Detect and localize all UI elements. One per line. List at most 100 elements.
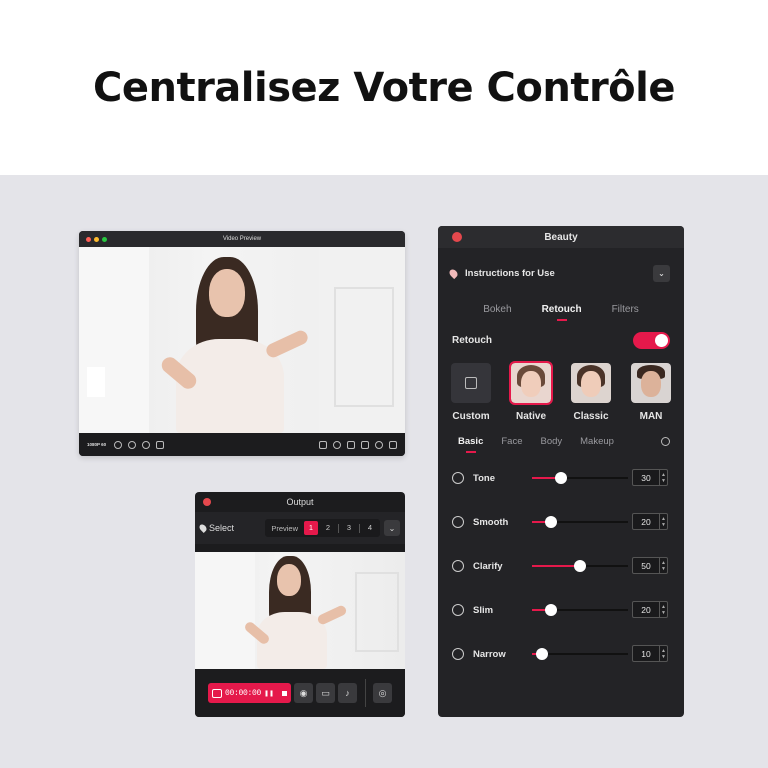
folder-icon[interactable] <box>361 440 369 449</box>
retouch-subtabs: Basic Face Body Makeup <box>458 436 670 447</box>
info-icon[interactable] <box>114 440 123 449</box>
slim-icon <box>452 604 464 616</box>
preset-classic[interactable]: Classic <box>570 363 612 422</box>
slider-track[interactable] <box>532 560 628 572</box>
location-icon[interactable] <box>333 440 341 449</box>
beauty-tabs: Bokeh Retouch Filters <box>438 304 684 315</box>
close-dot[interactable] <box>203 498 211 506</box>
slider-track[interactable] <box>532 516 628 528</box>
preset-man[interactable]: MAN <box>630 363 672 422</box>
close-dot[interactable] <box>452 232 462 242</box>
beauty-title: Beauty <box>544 231 578 243</box>
video-preview-window: Video Preview 1080P 60 <box>79 231 405 456</box>
preset-label: MAN <box>639 411 663 422</box>
slider-value: 20 <box>641 516 651 527</box>
reset-icon[interactable] <box>661 437 670 446</box>
slider-knob[interactable] <box>554 472 567 484</box>
preset-native[interactable]: Native <box>509 361 553 422</box>
slider-value-field[interactable]: 30 ▲ ▼ <box>632 469 668 486</box>
preset-thumbnail <box>451 363 491 403</box>
select-label: Select <box>209 523 235 533</box>
rotate-right-icon[interactable] <box>142 440 151 449</box>
beauty-titlebar: Beauty <box>438 226 684 248</box>
output-image <box>195 552 405 669</box>
webcam-button[interactable]: ◎ <box>373 683 392 703</box>
preset-thumbnail <box>631 363 671 403</box>
slider-label: Smooth <box>473 516 509 528</box>
stepper-icon[interactable]: ▲ ▼ <box>659 646 667 661</box>
slider-track[interactable] <box>532 648 628 660</box>
screenshot-button[interactable]: ◉ <box>294 683 313 703</box>
page-button-4[interactable]: 4 <box>363 521 377 535</box>
record-icon[interactable] <box>319 440 327 449</box>
slider-knob[interactable] <box>574 560 586 572</box>
narrow-icon <box>452 648 464 660</box>
slider-knob[interactable] <box>535 648 548 660</box>
slider-clarify: Clarify 50 ▲ ▼ <box>452 557 670 575</box>
slider-track[interactable] <box>532 604 628 616</box>
instructions-row[interactable]: Instructions for Use ⌄ <box>447 262 670 284</box>
stop-icon[interactable] <box>282 690 287 696</box>
chevron-down-icon[interactable]: ⌄ <box>384 520 400 536</box>
stepper-icon[interactable]: ▲ ▼ <box>659 514 667 529</box>
tab-filters[interactable]: Filters <box>612 304 639 315</box>
tab-bokeh[interactable]: Bokeh <box>483 304 511 315</box>
slider-fill <box>532 565 580 567</box>
stepper-icon[interactable]: ▲ ▼ <box>659 470 667 485</box>
resolution-label[interactable]: 1080P 60 <box>87 442 106 447</box>
record-button[interactable]: 00:00:00 ❚❚ <box>208 683 291 703</box>
retouch-toggle[interactable] <box>633 332 670 349</box>
slider-narrow: Narrow 10 ▲ ▼ <box>452 645 670 663</box>
microphone-icon[interactable] <box>375 440 383 449</box>
pin-icon <box>198 523 208 533</box>
output-window: Output Select Preview 1 2 3 4 ⌄ 00:00:00… <box>195 492 405 717</box>
divider <box>365 679 366 707</box>
subtab-basic[interactable]: Basic <box>458 436 483 447</box>
page-button-3[interactable]: 3 <box>342 521 356 535</box>
output-title: Output <box>286 497 314 507</box>
video-preview-image <box>79 247 405 433</box>
record-timer: 00:00:00 <box>225 688 262 698</box>
retouch-label: Retouch <box>452 335 492 346</box>
slider-value-field[interactable]: 20 ▲ ▼ <box>632 601 668 618</box>
chevron-down-icon[interactable]: ⌄ <box>653 264 670 282</box>
preview-page-selector: Preview 1 2 3 4 <box>265 519 380 537</box>
divider <box>359 523 360 533</box>
page-button-2[interactable]: 2 <box>321 521 335 535</box>
rotate-left-icon[interactable] <box>128 440 137 449</box>
webcam-icon[interactable] <box>389 440 397 449</box>
folder-button[interactable]: ▭ <box>316 683 335 703</box>
subtab-face[interactable]: Face <box>501 436 522 447</box>
mirror-icon[interactable] <box>156 440 165 449</box>
stepper-icon[interactable]: ▲ ▼ <box>659 602 667 617</box>
output-titlebar: Output <box>195 492 405 512</box>
slider-track[interactable] <box>532 472 628 484</box>
preset-thumbnail <box>571 363 611 403</box>
page-button-1[interactable]: 1 <box>304 521 318 535</box>
hero-banner: Centralisez Votre Contrôle <box>0 0 768 175</box>
slider-slim: Slim 20 ▲ ▼ <box>452 601 670 619</box>
pause-icon[interactable]: ❚❚ <box>264 690 274 697</box>
slider-value-field[interactable]: 10 ▲ ▼ <box>632 645 668 662</box>
output-controls: 00:00:00 ❚❚ ◉ ▭ ♪ ◎ <box>195 669 405 717</box>
beauty-panel: Beauty Instructions for Use ⌄ Bokeh Reto… <box>438 226 684 717</box>
slider-value-field[interactable]: 50 ▲ ▼ <box>632 557 668 574</box>
microphone-button[interactable]: ♪ <box>338 683 357 703</box>
stepper-icon[interactable]: ▲ ▼ <box>659 558 667 573</box>
tone-icon <box>452 472 464 484</box>
subtab-body[interactable]: Body <box>540 436 562 447</box>
preset-custom[interactable]: Custom <box>450 363 492 422</box>
select-button[interactable]: Select <box>198 523 235 533</box>
camera-icon[interactable] <box>347 440 355 449</box>
slider-knob[interactable] <box>545 604 558 616</box>
slider-value-field[interactable]: 20 ▲ ▼ <box>632 513 668 530</box>
tab-retouch[interactable]: Retouch <box>542 304 582 315</box>
subtab-makeup[interactable]: Makeup <box>580 436 614 447</box>
slider-label: Narrow <box>473 648 506 660</box>
preset-label: Custom <box>452 411 490 422</box>
slider-value: 20 <box>641 604 651 615</box>
slider-tone: Tone 30 ▲ ▼ <box>452 469 670 487</box>
slider-value: 50 <box>641 560 651 571</box>
slider-knob[interactable] <box>545 516 558 528</box>
smooth-icon <box>452 516 464 528</box>
